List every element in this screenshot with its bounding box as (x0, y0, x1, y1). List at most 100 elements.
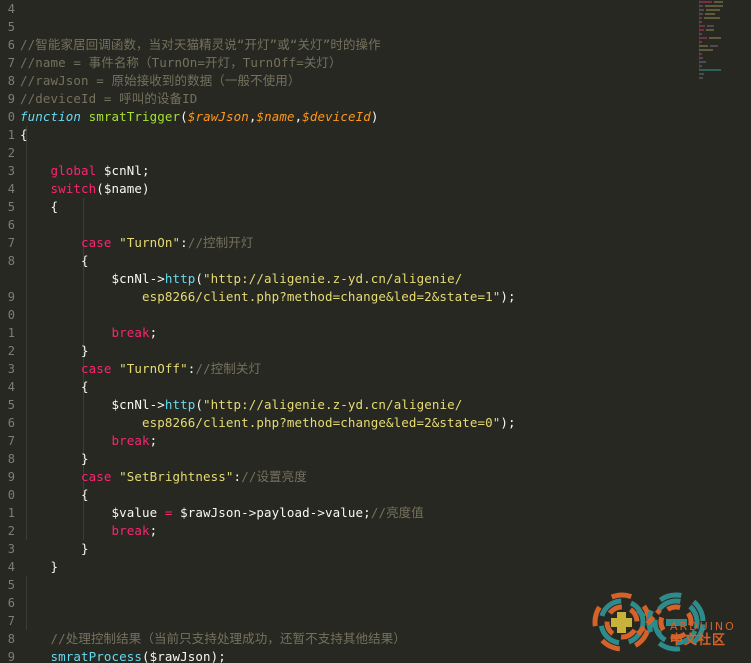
token-punc: } (20, 451, 89, 466)
line-number-gutter: 45678901234567890123456789012345678901 (0, 0, 18, 663)
line-number: 8 (7, 632, 15, 646)
minimap-row (699, 0, 751, 3)
minimap-segment (699, 0, 712, 3)
arduino-community-logo: ARDUINO 中文社区 (592, 592, 744, 658)
minimap-segment (699, 64, 702, 67)
code-line[interactable]: } (20, 558, 680, 576)
line-number: 0 (7, 488, 15, 502)
code-line[interactable]: $cnNl->http("http://aligenie.z-yd.cn/ali… (20, 396, 680, 414)
minimap-row (699, 40, 751, 43)
line-number: 5 (7, 578, 15, 592)
line-number: 5 (7, 200, 15, 214)
code-line[interactable]: { (20, 252, 680, 270)
token-meth: http (164, 271, 196, 286)
line-number: 9 (7, 470, 15, 484)
minimap-segment (706, 8, 720, 11)
code-line[interactable]: global $cnNl; (20, 162, 680, 180)
token-com: //智能家居回调函数，当对天猫精灵说“开灯”或“关灯”时的操作 (20, 37, 381, 52)
token-var: $deviceId (302, 109, 371, 124)
code-line[interactable]: break; (20, 324, 680, 342)
minimap-segment (704, 16, 720, 19)
line-number: 1 (7, 506, 15, 520)
code-content[interactable]: //智能家居回调函数，当对天猫精灵说“开灯”或“关灯”时的操作 //name = … (20, 0, 680, 663)
token-str: esp8266/client.php?method=change&led=2&s… (20, 415, 501, 430)
code-line[interactable]: //智能家居回调函数，当对天猫精灵说“开灯”或“关灯”时的操作 (20, 36, 680, 54)
token-pln: $rawJson (149, 649, 211, 663)
code-line[interactable]: case "TurnOn"://控制开灯 (20, 234, 680, 252)
code-line[interactable]: //处理控制结果（当前只支持处理成功，还暂不支持其他结果） (20, 630, 680, 648)
token-pln: $cnNl-> (20, 271, 165, 286)
token-punc: ; (149, 433, 158, 448)
token-punc: { (20, 199, 59, 214)
code-line[interactable]: { (20, 198, 680, 216)
code-line[interactable]: //rawJson = 原始接收到的数据（一般不使用） (20, 72, 680, 90)
token-pln: $rawJson->payload->value; (172, 505, 371, 520)
code-line[interactable]: esp8266/client.php?method=change&led=2&s… (20, 414, 680, 432)
token-str: "http://aligenie.z-yd.cn/aligenie/ (203, 397, 463, 412)
code-editor[interactable]: 45678901234567890123456789012345678901 /… (0, 0, 751, 663)
code-line[interactable] (20, 18, 680, 36)
token-kw: switch (20, 181, 97, 196)
token-str: "TurnOn" (119, 235, 181, 250)
minimap-segment (699, 32, 702, 35)
minimap-segment (714, 0, 723, 3)
code-line[interactable] (20, 612, 680, 630)
code-line[interactable]: //name = 事件名称（TurnOn=开灯，TurnOff=关灯） (20, 54, 680, 72)
minimap-row (699, 60, 751, 63)
code-line[interactable]: //deviceId = 呼叫的设备ID (20, 90, 680, 108)
line-number: 2 (7, 524, 15, 538)
code-line[interactable] (20, 216, 680, 234)
minimap-row (699, 4, 751, 7)
code-line[interactable] (20, 306, 680, 324)
token-punc: } (20, 559, 59, 574)
brand-label-cn: 中文社区 (670, 633, 727, 648)
code-line[interactable]: break; (20, 432, 680, 450)
minimap-row (699, 72, 751, 75)
code-line[interactable] (20, 594, 680, 612)
code-line[interactable]: esp8266/client.php?method=change&led=2&s… (20, 288, 680, 306)
line-number: 8 (7, 254, 15, 268)
line-number: 6 (7, 38, 15, 52)
token-kw: global (20, 163, 97, 178)
code-line[interactable]: smratProcess($rawJson); (20, 648, 680, 663)
code-line[interactable]: } (20, 342, 680, 360)
minimap-row (699, 12, 751, 15)
minimap-row (699, 36, 751, 39)
code-line[interactable] (20, 0, 680, 18)
code-line[interactable] (20, 576, 680, 594)
code-line[interactable]: { (20, 378, 680, 396)
code-line[interactable]: case "SetBrightness"://设置亮度 (20, 468, 680, 486)
token-pln (112, 235, 120, 250)
line-number: 9 (7, 92, 15, 106)
token-punc: ( (195, 397, 204, 412)
minimap-segment (699, 76, 703, 79)
minimap-row (699, 44, 751, 47)
code-line[interactable]: { (20, 126, 680, 144)
code-minimap[interactable] (699, 0, 751, 80)
code-line[interactable]: case "TurnOff"://控制关灯 (20, 360, 680, 378)
token-kw: case (20, 361, 112, 376)
brand-label: ARDUINO (670, 620, 736, 633)
minimap-segment (699, 72, 704, 75)
code-line[interactable]: } (20, 540, 680, 558)
code-line[interactable]: function smratTrigger($rawJson,$name,$de… (20, 108, 680, 126)
line-number: 4 (7, 560, 15, 574)
code-line[interactable] (20, 144, 680, 162)
token-punc: ) (370, 109, 379, 124)
line-number: 7 (7, 236, 15, 250)
token-pln: $cnNl-> (20, 397, 165, 412)
code-line[interactable]: { (20, 486, 680, 504)
line-number (0, 270, 18, 288)
token-pln (81, 109, 89, 124)
line-number: 2 (7, 146, 15, 160)
code-line[interactable]: } (20, 450, 680, 468)
code-line[interactable]: $value = $rawJson->payload->value;//亮度值 (20, 504, 680, 522)
minimap-segment (699, 40, 702, 43)
token-str: "SetBrightness" (119, 469, 234, 484)
code-line[interactable]: break; (20, 522, 680, 540)
minimap-row (699, 76, 751, 79)
code-line[interactable]: switch($name) (20, 180, 680, 198)
line-number: 7 (7, 434, 15, 448)
line-number: 4 (7, 182, 15, 196)
code-line[interactable]: $cnNl->http("http://aligenie.z-yd.cn/ali… (20, 270, 680, 288)
